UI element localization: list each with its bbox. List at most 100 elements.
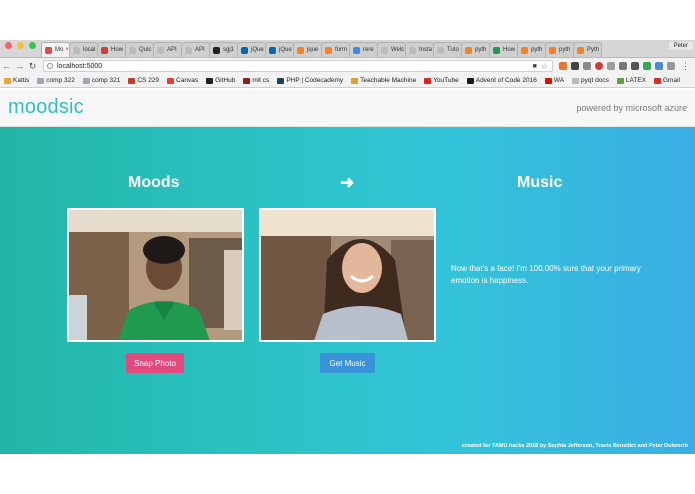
browser-tab[interactable]: pyth <box>517 42 546 57</box>
bookmark-label: WA <box>553 77 565 84</box>
browser-tab[interactable]: jQue <box>237 42 266 57</box>
window-controls <box>0 39 42 57</box>
bookmark-item[interactable]: LATEX <box>616 77 646 84</box>
tab-label: Quic <box>139 47 152 53</box>
maximize-window-button[interactable] <box>29 42 36 49</box>
browser-tab[interactable]: rere <box>349 42 378 57</box>
get-music-button[interactable]: Get Music <box>320 353 375 373</box>
browser-tab[interactable]: pyth <box>461 42 490 57</box>
extension-icon[interactable] <box>643 62 651 70</box>
bookmark-item[interactable]: comp 321 <box>82 77 121 84</box>
jquery-icon <box>269 46 276 54</box>
page-icon <box>129 46 136 54</box>
bookmark-item[interactable]: CS 229 <box>128 77 159 84</box>
codecademy-icon <box>277 77 285 84</box>
bookmark-item[interactable]: Canvas <box>167 77 198 84</box>
extension-icon[interactable] <box>559 62 567 70</box>
extension-icon[interactable] <box>667 62 675 70</box>
page-icon <box>185 46 192 54</box>
main-section: Moods ➜ Music Snap Photo Get Music Now t… <box>0 127 695 454</box>
extension-icon[interactable] <box>595 62 603 70</box>
bookmark-label: LATEX <box>625 77 646 84</box>
browser-tab[interactable]: API <box>181 42 210 57</box>
bookmark-item[interactable]: pyqt docs <box>572 77 609 84</box>
address-bar[interactable]: localhost:5000 ■ ☆ <box>43 60 553 72</box>
folder-icon <box>37 77 45 84</box>
browser-tab[interactable]: Pyth <box>573 42 602 57</box>
back-arrow-icon[interactable]: ← <box>0 61 13 71</box>
browser-tab[interactable]: sgj1 <box>209 42 238 57</box>
moods-heading: Moods <box>128 174 180 191</box>
snap-photo-button[interactable]: Snap Photo <box>126 353 184 373</box>
bookmark-item[interactable]: PHP | Codecademy <box>277 77 343 84</box>
tab-list: Mo × local How Quic API API sgj1 jQue jQue jque for… <box>41 39 602 57</box>
extension-icon[interactable] <box>571 62 579 70</box>
bookmark-star-icon[interactable]: ☆ <box>541 62 548 71</box>
browser-tab[interactable]: Welc <box>377 42 406 57</box>
page-icon <box>73 46 80 54</box>
bookmark-item[interactable]: comp 322 <box>37 77 75 84</box>
webcam-preview <box>67 208 244 342</box>
kattis-icon <box>4 77 11 84</box>
extension-icon[interactable] <box>631 62 639 70</box>
browser-tab[interactable]: pyth <box>545 42 574 57</box>
browser-tab[interactable]: How <box>489 42 518 57</box>
bookmark-item[interactable]: GitHub <box>206 77 235 84</box>
extension-icon[interactable] <box>607 62 615 70</box>
minimize-window-button[interactable] <box>17 42 24 49</box>
bookmark-item[interactable]: WA <box>544 77 565 84</box>
tab-label: jQue <box>251 47 264 53</box>
emotion-result-text: Now that's a face! I'm 100.00% sure that… <box>451 264 641 285</box>
bookmark-item[interactable]: Teachable Machine <box>351 77 416 84</box>
page-icon <box>572 77 580 84</box>
profile-button[interactable]: Peter <box>668 42 693 50</box>
bookmark-label: PHP | Codecademy <box>286 77 344 84</box>
browser-tab[interactable]: Tuto <box>433 42 462 57</box>
browser-tab[interactable]: jque <box>293 42 322 57</box>
bookmark-label: mit cs <box>252 77 270 84</box>
jquery-icon <box>241 46 248 54</box>
teachable-icon <box>351 77 359 84</box>
browser-tab[interactable]: How <box>97 42 126 57</box>
close-window-button[interactable] <box>5 42 12 49</box>
extension-icon[interactable] <box>583 62 591 70</box>
tab-label: jQue <box>279 47 292 53</box>
bookmark-item[interactable]: mit cs <box>243 77 269 84</box>
extension-icons <box>559 62 675 70</box>
bookmark-item[interactable]: YouTube <box>424 77 459 84</box>
menu-icon[interactable]: ⋮ <box>681 61 690 72</box>
latex-icon <box>616 77 624 84</box>
forward-arrow-icon[interactable]: → <box>13 61 26 71</box>
browser-tab[interactable]: Quic <box>125 42 154 57</box>
browser-tab[interactable]: Insta <box>405 42 434 57</box>
bookmark-label: GitHub <box>215 77 236 84</box>
arrow-right-icon: ➜ <box>340 173 355 192</box>
snapped-photo <box>259 208 436 342</box>
stackoverflow-icon <box>549 46 556 54</box>
bookmark-item[interactable]: Advent of Code 2016 <box>466 77 537 84</box>
star-icon <box>466 77 474 84</box>
tab-label: Tuto <box>447 47 459 53</box>
extension-icon[interactable] <box>619 62 627 70</box>
page-icon <box>381 46 388 54</box>
red-square-icon <box>101 46 108 54</box>
bookmark-item[interactable]: Kattis <box>4 77 29 84</box>
stackoverflow-icon <box>521 46 528 54</box>
browser-tab[interactable]: local <box>69 42 98 57</box>
browser-tab[interactable]: API <box>153 42 182 57</box>
browser-tab[interactable]: form <box>321 42 350 57</box>
camera-icon[interactable]: ■ <box>533 63 537 70</box>
bookmark-label: Gmail <box>662 77 680 84</box>
tab-label: API <box>167 47 177 53</box>
app-logo[interactable]: moodsic <box>8 96 84 119</box>
bookmark-item[interactable]: Gmail <box>653 77 680 84</box>
github-icon <box>213 46 220 54</box>
bookmark-label: comp 321 <box>91 77 121 84</box>
browser-tab[interactable]: Mo × <box>41 42 70 57</box>
screenshot-frame: Mo × local How Quic API API sgj1 jQue jQue jque for… <box>0 0 695 494</box>
reload-icon[interactable]: ↻ <box>26 61 39 72</box>
extension-icon[interactable] <box>655 62 663 70</box>
browser-tab[interactable]: jQue <box>265 42 294 57</box>
tab-label: Pyth <box>587 47 600 53</box>
moodsic-favicon <box>45 46 52 54</box>
